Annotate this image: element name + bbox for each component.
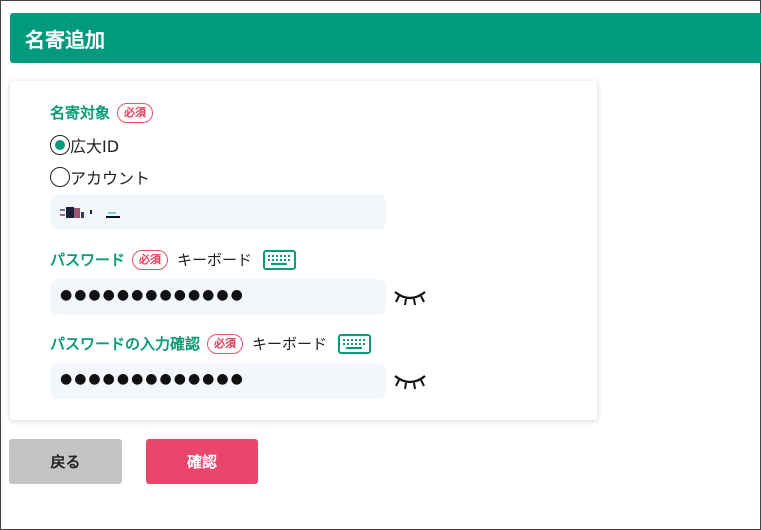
password-label: パスワード	[50, 251, 126, 269]
radio-label: アカウント	[70, 169, 151, 188]
eye-closed-icon[interactable]	[393, 372, 427, 390]
page-title: 名寄追加	[25, 27, 105, 52]
password-masked-value: ●●●●●●●●●●●●●	[60, 287, 245, 303]
required-badge: 必須	[207, 333, 244, 354]
password-input[interactable]: ●●●●●●●●●●●●●	[50, 279, 386, 315]
eye-closed-icon[interactable]	[393, 288, 427, 306]
password-confirm-label-row: パスワードの入力確認 必須 キーボード	[50, 333, 372, 354]
obscured-id-text	[60, 207, 120, 218]
keyboard-icon[interactable]	[338, 333, 372, 354]
required-badge: 必須	[132, 249, 169, 270]
radio-label: 広大ID	[70, 137, 120, 156]
back-button[interactable]: 戻る	[9, 439, 122, 484]
password-confirm-masked-value: ●●●●●●●●●●●●●	[60, 371, 245, 387]
password-confirm-input[interactable]: ●●●●●●●●●●●●●	[50, 363, 386, 399]
confirm-button[interactable]: 確認	[146, 439, 258, 484]
keyboard-label: キーボード	[177, 251, 253, 269]
target-label: 名寄対象	[50, 104, 111, 122]
keyboard-label: キーボード	[252, 335, 328, 353]
password-label-row: パスワード 必須 キーボード	[50, 249, 297, 270]
target-label-row: 名寄対象 必須	[50, 102, 154, 123]
window-frame: 名寄追加 名寄対象 必須 広大ID アカウント パスワード 必須 キーボード ●…	[0, 0, 761, 530]
confirm-button-label: 確認	[186, 453, 217, 471]
keyboard-icon[interactable]	[263, 249, 297, 270]
id-input[interactable]	[50, 194, 386, 230]
radio-option-account[interactable]: アカウント	[50, 165, 150, 189]
radio-button-checked[interactable]	[50, 135, 70, 155]
back-button-label: 戻る	[50, 453, 81, 471]
radio-option-hiroshima-id[interactable]: 広大ID	[50, 133, 119, 157]
required-badge: 必須	[117, 102, 154, 123]
page-header: 名寄追加	[10, 13, 761, 63]
radio-button-unchecked[interactable]	[50, 167, 70, 187]
password-confirm-label: パスワードの入力確認	[50, 335, 201, 353]
